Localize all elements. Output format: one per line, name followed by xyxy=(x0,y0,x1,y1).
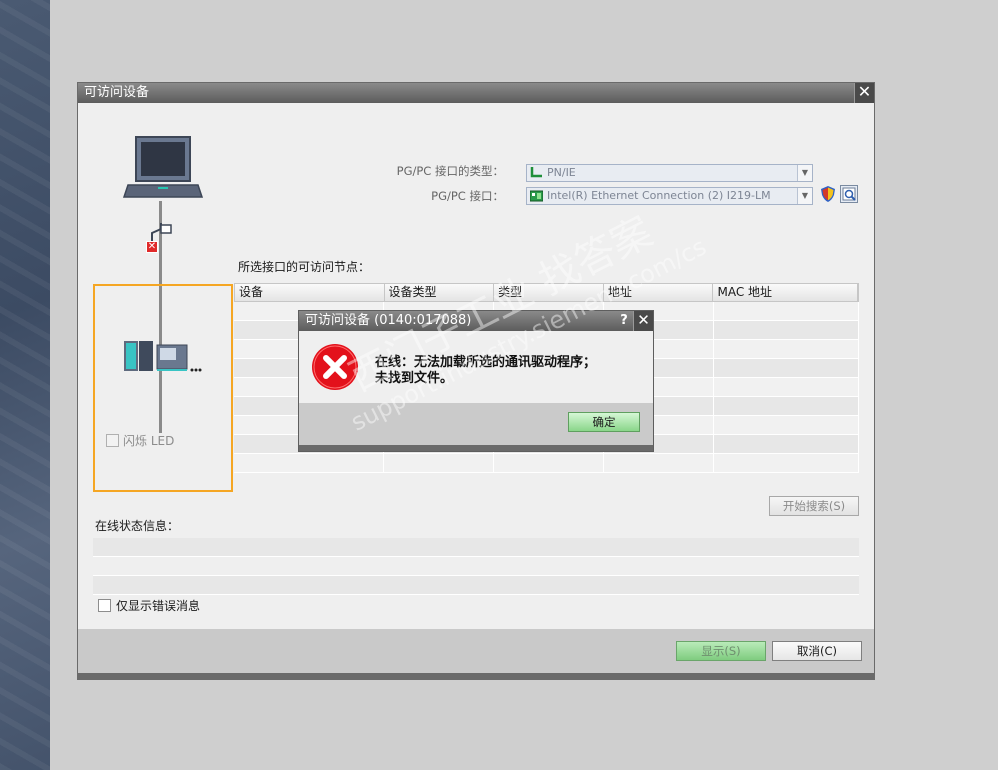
chevron-down-icon[interactable]: ▼ xyxy=(797,188,812,204)
online-status-list xyxy=(93,538,859,595)
status-row xyxy=(93,538,859,557)
pgpc-type-label: PG/PC 接口的类型： xyxy=(396,164,504,178)
error-message-line1: 在线：无法加载所选的通讯驱动程序； xyxy=(375,355,597,370)
ok-button[interactable]: 确定 xyxy=(568,412,640,432)
close-icon[interactable]: ✕ xyxy=(854,83,874,103)
dialog-title: 可访问设备 xyxy=(84,85,150,100)
error-icon xyxy=(312,344,358,390)
pgpc-type-dropdown[interactable]: PN/IE ▼ xyxy=(526,164,813,182)
table-row[interactable] xyxy=(234,454,859,473)
status-row xyxy=(93,576,859,595)
flash-led-option: 闪烁 LED xyxy=(106,432,174,449)
column-header-mac-address[interactable]: MAC 地址 xyxy=(713,284,859,301)
status-row xyxy=(93,557,859,576)
help-icon[interactable]: ? xyxy=(615,312,633,330)
network-card-icon xyxy=(530,190,543,202)
error-dialog-titlebar: 可访问设备 (0140:017088) xyxy=(299,311,653,331)
show-errors-only-option: 仅显示错误消息 xyxy=(98,597,200,614)
error-dialog-title: 可访问设备 (0140:017088) xyxy=(305,313,472,328)
show-errors-only-label: 仅显示错误消息 xyxy=(116,599,201,613)
pgpc-type-value: PN/IE xyxy=(547,166,576,179)
chevron-down-icon[interactable]: ▼ xyxy=(797,165,812,181)
pgpc-interface-dropdown[interactable]: Intel(R) Ethernet Connection (2) I219-LM… xyxy=(526,187,813,205)
connector-icon xyxy=(151,223,172,241)
dialog-bottom-border xyxy=(78,673,874,679)
close-icon[interactable]: ✕ xyxy=(633,311,653,331)
table-header: 设备 设备类型 类型 地址 MAC 地址 xyxy=(234,283,859,302)
column-header-address[interactable]: 地址 xyxy=(604,284,714,301)
target-plc-icon xyxy=(124,341,202,372)
show-errors-only-checkbox[interactable] xyxy=(98,599,111,612)
cancel-button[interactable]: 取消(C) xyxy=(772,641,862,661)
pgpc-interface-label: PG/PC 接口： xyxy=(431,189,504,203)
column-header-device[interactable]: 设备 xyxy=(235,284,385,301)
error-message: 在线：无法加载所选的通讯驱动程序； 未找到文件。 xyxy=(375,355,596,387)
column-header-type[interactable]: 类型 xyxy=(494,284,604,301)
properties-icon[interactable] xyxy=(840,185,858,203)
error-dialog: 可访问设备 (0140:017088) ? ✕ 在线：无法加载所选的通讯驱动程序… xyxy=(298,310,654,452)
pnie-icon xyxy=(530,167,542,178)
target-device-frame xyxy=(93,284,233,492)
online-status-label: 在线状态信息： xyxy=(95,519,180,533)
column-header-device-type[interactable]: 设备类型 xyxy=(385,284,495,301)
shield-icon[interactable] xyxy=(821,186,835,202)
accessible-nodes-label: 所选接口的可访问节点： xyxy=(238,260,371,274)
flash-led-label: 闪烁 LED xyxy=(123,434,175,448)
error-dialog-bottom-border xyxy=(299,445,653,451)
pg-pc-laptop-icon xyxy=(122,136,204,198)
error-message-line2: 未找到文件。 xyxy=(375,371,454,386)
show-button[interactable]: 显示(S) xyxy=(676,641,766,661)
start-search-button[interactable]: 开始搜索(S) xyxy=(769,496,859,516)
dialog-titlebar: 可访问设备 xyxy=(78,83,874,103)
flash-led-checkbox[interactable] xyxy=(106,434,119,447)
connection-error-icon: ✕ xyxy=(146,241,158,253)
desktop-background-strip xyxy=(0,0,50,770)
pgpc-interface-value: Intel(R) Ethernet Connection (2) I219-LM xyxy=(547,189,771,202)
